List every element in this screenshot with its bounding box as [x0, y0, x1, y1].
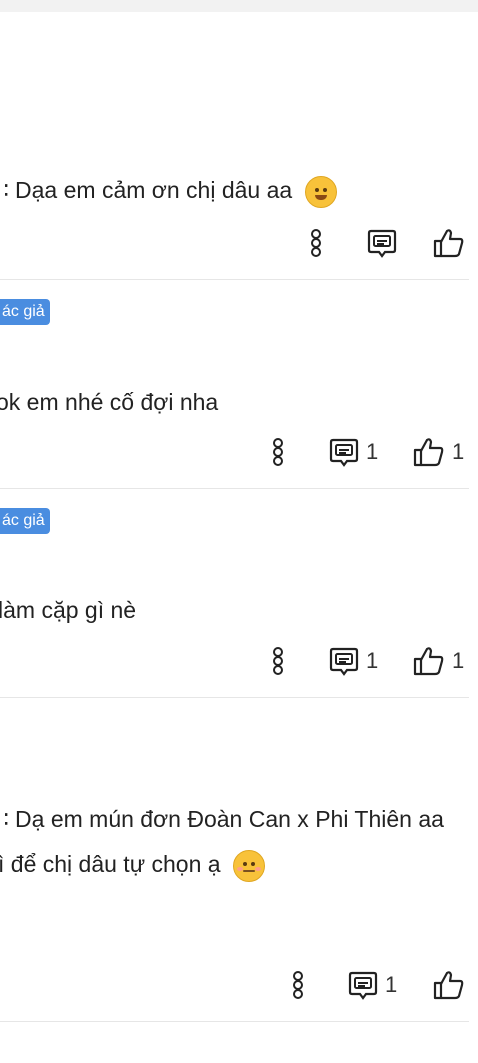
thumbs-up-icon: [413, 438, 444, 467]
comment-text: ok em nhé cố đợi nha: [0, 389, 219, 415]
comment-actions: 1 1: [0, 436, 478, 468]
more-vertical-icon: [293, 971, 303, 999]
more-vertical-icon: [273, 647, 283, 675]
comment-text: ∷ Dạa em cảm ơn chị dâu aa: [0, 176, 337, 208]
reply-button[interactable]: 1: [328, 436, 378, 468]
reply-bubble-icon: [329, 438, 359, 467]
thumbs-up-icon: [413, 647, 444, 676]
comment-divider: [0, 697, 469, 698]
like-button[interactable]: 1: [412, 436, 464, 468]
author-badge: ác giả: [0, 508, 50, 534]
like-button[interactable]: [432, 227, 466, 259]
comment-text-line-2: ì để chị dâu tự chọn ạ: [0, 850, 265, 882]
comment-actions: [0, 227, 478, 259]
comment-divider: [0, 1021, 469, 1022]
more-button[interactable]: [270, 436, 286, 468]
more-button[interactable]: [290, 969, 306, 1001]
comment-divider: [0, 279, 469, 280]
shy-face-emoji: [232, 850, 265, 882]
like-count: 1: [452, 648, 465, 673]
comment-actions: 1: [0, 969, 478, 1001]
reply-count: 1: [366, 648, 379, 673]
reply-bubble-icon: [329, 647, 359, 676]
reply-button[interactable]: [366, 227, 398, 259]
like-button[interactable]: [432, 969, 466, 1001]
top-bar: [0, 0, 478, 12]
reply-bubble-icon: [348, 971, 378, 1000]
author-badge: ác giả: [0, 299, 50, 325]
thumbs-up-icon: [433, 229, 464, 258]
more-button[interactable]: [308, 227, 324, 259]
smiling-hearts-emoji: [304, 176, 337, 208]
comment-text-line-1: ∷ Dạ em mún đơn Đoàn Can x Phi Thiên aa: [0, 806, 444, 832]
reply-count: 1: [385, 972, 398, 997]
reply-button[interactable]: 1: [328, 645, 378, 677]
comment-actions: 1 1: [0, 645, 478, 677]
more-button[interactable]: [270, 645, 286, 677]
reply-button[interactable]: 1: [347, 969, 397, 1001]
comment-divider: [0, 488, 469, 489]
like-button[interactable]: 1: [412, 645, 464, 677]
more-vertical-icon: [273, 438, 283, 466]
like-count: 1: [452, 439, 465, 464]
more-vertical-icon: [311, 229, 321, 257]
comment-text: làm cặp gì nè: [0, 597, 137, 623]
thumbs-up-icon: [433, 971, 464, 1000]
reply-bubble-icon: [367, 229, 397, 258]
reply-count: 1: [366, 439, 379, 464]
